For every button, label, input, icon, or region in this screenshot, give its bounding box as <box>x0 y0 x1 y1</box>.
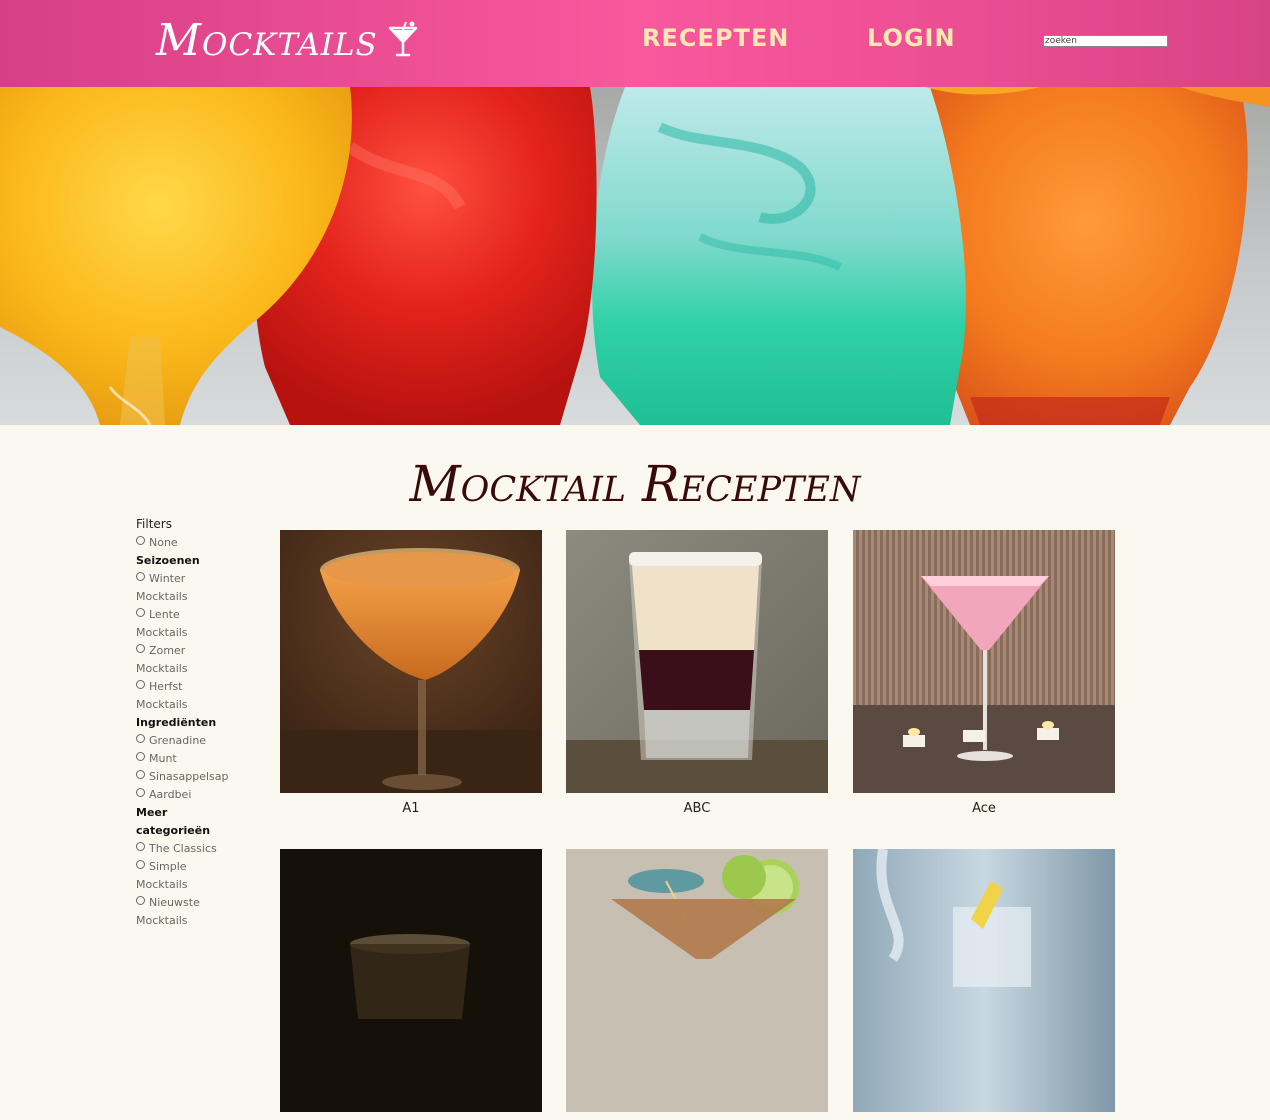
radio-icon <box>136 896 145 905</box>
filter-simple[interactable]: Simple Mocktails <box>136 858 231 894</box>
radio-icon <box>136 788 145 797</box>
recipe-name: Ace <box>972 801 996 816</box>
filter-grenadine[interactable]: Grenadine <box>136 732 231 750</box>
recipe-card[interactable]: Ace <box>853 530 1115 816</box>
filter-winter[interactable]: Winter Mocktails <box>136 570 231 606</box>
filter-herfst[interactable]: Herfst Mocktails <box>136 678 231 714</box>
radio-icon <box>136 536 145 545</box>
hero-banner <box>0 87 1270 425</box>
radio-icon <box>136 860 145 869</box>
hero-drinks-image <box>0 87 1270 425</box>
site-header: Mocktails RECEPTEN LOGIN <box>0 0 1270 87</box>
recipe-name: ABC <box>683 801 711 816</box>
filter-zomer[interactable]: Zomer Mocktails <box>136 642 231 678</box>
nav-recepten[interactable]: RECEPTEN <box>642 24 789 52</box>
filter-aardbei[interactable]: Aardbei <box>136 786 231 804</box>
radio-icon <box>136 770 145 779</box>
radio-icon <box>136 572 145 581</box>
filter-group-meer: Meer categorieën <box>136 806 211 837</box>
filter-classics[interactable]: The Classics <box>136 840 231 858</box>
recipe-image <box>280 849 542 1112</box>
search-input[interactable] <box>1043 35 1168 47</box>
filter-none[interactable]: None <box>136 534 231 552</box>
recipe-card[interactable] <box>566 849 828 1120</box>
site-logo[interactable]: Mocktails <box>156 10 418 70</box>
recipe-image <box>566 530 828 793</box>
filter-nieuwste[interactable]: Nieuwste Mocktails <box>136 894 231 930</box>
recipe-image <box>853 849 1115 1112</box>
recipe-image <box>280 530 542 793</box>
nav-login[interactable]: LOGIN <box>867 24 956 52</box>
recipe-name: A1 <box>402 801 420 816</box>
page-title: Mocktail Recepten <box>409 455 861 513</box>
recipe-card[interactable] <box>280 849 542 1120</box>
filters-title: Filters <box>136 517 172 531</box>
radio-icon <box>136 680 145 689</box>
radio-icon <box>136 608 145 617</box>
filter-lente[interactable]: Lente Mocktails <box>136 606 231 642</box>
recipe-image <box>853 530 1115 793</box>
filter-sinasappelsap[interactable]: Sinasappelsap <box>136 768 231 786</box>
filter-munt[interactable]: Munt <box>136 750 231 768</box>
radio-icon <box>136 734 145 743</box>
recipe-card[interactable]: ABC <box>566 530 828 816</box>
recipe-image <box>566 849 828 1112</box>
filter-group-ingredienten: Ingrediënten <box>136 716 217 729</box>
radio-icon <box>136 644 145 653</box>
radio-icon <box>136 752 145 761</box>
logo-text: Mocktails <box>156 14 378 66</box>
radio-icon <box>136 842 145 851</box>
filter-group-seizoenen: Seizoenen <box>136 554 200 567</box>
recipe-card[interactable] <box>853 849 1115 1120</box>
cocktail-glass-icon <box>388 21 418 57</box>
recipe-card[interactable]: A1 <box>280 530 542 816</box>
filters-sidebar: Filters None Seizoenen Winter Mocktails … <box>136 517 231 930</box>
